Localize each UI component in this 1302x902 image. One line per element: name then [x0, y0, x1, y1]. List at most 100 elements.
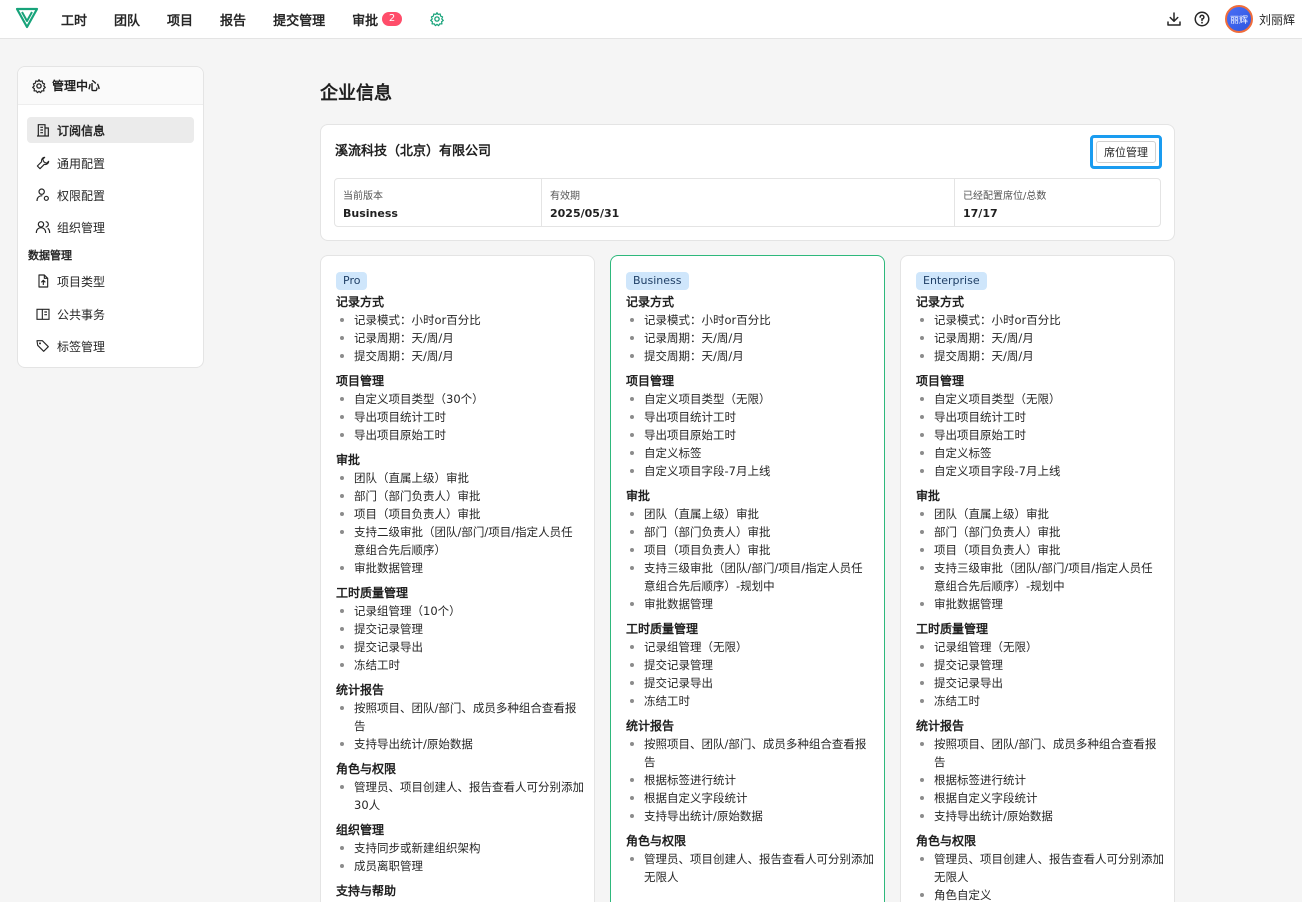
feature-item: 提交记录导出 [916, 674, 1164, 692]
feature-item: 导出项目统计工时 [336, 408, 584, 426]
sidebar-item-organization[interactable]: 组织管理 [27, 214, 194, 240]
sidebar-group-label: 数据管理 [28, 249, 72, 262]
feature-item: 支持导出统计/原始数据 [626, 807, 874, 825]
feature-item: 成员离职管理 [336, 857, 584, 875]
sidebar-item-project-types[interactable]: 项目类型 [27, 268, 194, 294]
feature-item: 自定义项目类型（无限） [626, 390, 874, 408]
sidebar-item-label: 通用配置 [57, 156, 106, 171]
feature-item: 根据自定义字段统计 [916, 789, 1164, 807]
feature-item: 自定义项目类型（30个） [336, 390, 584, 408]
feature-item: 管理员、项目创建人、报告查看人可分别添加无限人 [626, 850, 874, 886]
feature-item: 部门（部门负责人）审批 [916, 523, 1164, 541]
app-logo-icon[interactable] [15, 6, 39, 30]
users-icon [35, 221, 51, 234]
avatar[interactable]: 丽辉 [1224, 5, 1253, 33]
feature-item: 审批数据管理 [336, 559, 584, 577]
feature-item: 根据标签进行统计 [916, 771, 1164, 789]
feature-item: 项目（项目负责人）审批 [916, 541, 1164, 559]
wrench-icon [36, 156, 50, 170]
feature-section-title: 记录方式 [916, 295, 965, 309]
subscription-info-table: 当前版本 Business 有效期 2025/05/31 已经配置席位/总数 1… [334, 178, 1161, 227]
feature-item: 自定义项目字段-7月上线 [626, 462, 874, 480]
main-nav: 工时 团队 项目 报告 提交管理 审批 2 [61, 0, 445, 38]
feature-item: 支持导出统计/原始数据 [916, 807, 1164, 825]
feature-item: 提交周期：天/周/月 [916, 347, 1164, 365]
nav-item-submissions[interactable]: 提交管理 [273, 10, 325, 29]
sidebar-item-label: 项目类型 [57, 274, 106, 289]
feature-item: 提交记录管理 [916, 656, 1164, 674]
feature-item: 记录周期：天/周/月 [916, 329, 1164, 347]
sidebar-item-subscription[interactable]: 订阅信息 [27, 117, 194, 143]
feature-section-title: 角色与权限 [916, 834, 977, 848]
info-value: 2025/05/31 [550, 207, 620, 220]
sidebar-item-general-config[interactable]: 通用配置 [27, 150, 194, 176]
feature-section-title: 审批 [626, 489, 651, 503]
nav-item-approval[interactable]: 审批 2 [352, 10, 403, 29]
download-icon[interactable] [1165, 10, 1183, 28]
nav-item-timesheet[interactable]: 工时 [61, 10, 87, 29]
feature-item: 导出项目原始工时 [916, 426, 1164, 444]
feature-item: 记录模式：小时or百分比 [626, 311, 874, 329]
feature-section-title: 统计报告 [916, 719, 965, 733]
sidebar-item-tags[interactable]: 标签管理 [27, 333, 194, 359]
info-cell-version: 当前版本 Business [335, 179, 542, 226]
feature-item: 自定义项目字段-7月上线 [916, 462, 1164, 480]
feature-item: 提交记录导出 [336, 638, 584, 656]
feature-section-title: 项目管理 [336, 374, 385, 388]
sidebar-item-label: 订阅信息 [57, 123, 106, 138]
top-navigation-bar: 工时 团队 项目 报告 提交管理 审批 2 丽辉 刘丽辉 [0, 0, 1302, 39]
admin-sidebar: 管理中心 订阅信息 通用配置 权限配置 组织管理 数据管理 项目类型 公共事务 … [17, 66, 204, 368]
feature-section-title: 角色与权限 [336, 762, 397, 776]
feature-item: 角色自定义 [916, 886, 1164, 902]
feature-item: 支持二级审批（团队/部门/项目/指定人员任意组合先后顺序） [336, 523, 584, 559]
feature-item: 团队（直属上级）审批 [916, 505, 1164, 523]
feature-item: 冻结工时 [336, 656, 584, 674]
feature-item: 根据自定义字段统计 [626, 789, 874, 807]
sidebar-item-permissions[interactable]: 权限配置 [27, 182, 194, 208]
company-info-card: 溪流科技（北京）有限公司 席位管理 当前版本 Business 有效期 2025… [320, 124, 1175, 241]
file-upload-icon [38, 274, 49, 288]
feature-item: 部门（部门负责人）审批 [336, 487, 584, 505]
info-cell-seats: 已经配置席位/总数 17/17 [955, 179, 1160, 226]
info-value: Business [343, 207, 398, 220]
feature-item: 提交记录管理 [626, 656, 874, 674]
nav-label: 团队 [114, 13, 141, 29]
feature-item: 导出项目原始工时 [336, 426, 584, 444]
book-icon [36, 308, 50, 320]
user-key-icon [36, 188, 49, 202]
feature-item: 支持三级审批（团队/部门/项目/指定人员任意组合先后顺序）-规划中 [916, 559, 1164, 595]
feature-item: 按照项目、团队/部门、成员多种组合查看报告 [916, 735, 1164, 771]
feature-item: 冻结工时 [626, 692, 874, 710]
feature-item: 导出项目统计工时 [916, 408, 1164, 426]
feature-item: 管理员、项目创建人、报告查看人可分别添加30人 [336, 778, 584, 814]
feature-item: 部门（部门负责人）审批 [626, 523, 874, 541]
info-label: 当前版本 [343, 191, 383, 202]
sidebar-item-public-affairs[interactable]: 公共事务 [27, 301, 194, 327]
nav-label: 审批 [352, 13, 379, 29]
nav-item-reports[interactable]: 报告 [220, 10, 246, 29]
help-icon[interactable] [1193, 10, 1211, 28]
avatar-text: 丽辉 [1229, 15, 1248, 26]
nav-item-projects[interactable]: 项目 [167, 10, 193, 29]
user-name[interactable]: 刘丽辉 [1259, 11, 1295, 28]
feature-item: 导出项目原始工时 [626, 426, 874, 444]
feature-item: 团队（直属上级）审批 [626, 505, 874, 523]
feature-item: 管理员、项目创建人、报告查看人可分别添加无限人 [916, 850, 1164, 886]
feature-section-title: 项目管理 [626, 374, 675, 388]
plan-name-tag: Pro [336, 272, 368, 290]
settings-gear-icon[interactable] [429, 11, 445, 27]
feature-item: 自定义标签 [626, 444, 874, 462]
feature-item: 团队（直属上级）审批 [336, 469, 584, 487]
feature-item: 项目（项目负责人）审批 [626, 541, 874, 559]
nav-label: 提交管理 [273, 13, 326, 29]
seat-management-button[interactable]: 席位管理 [1096, 141, 1156, 163]
page-title: 企业信息 [320, 83, 392, 104]
feature-section-title: 工时质量管理 [626, 622, 699, 636]
nav-item-team[interactable]: 团队 [114, 10, 140, 29]
feature-item: 支持导出统计/原始数据 [336, 735, 584, 753]
sidebar-title: 管理中心 [52, 79, 101, 93]
feature-section-title: 角色与权限 [626, 834, 687, 848]
feature-item: 审批数据管理 [626, 595, 874, 613]
feature-item: 记录组管理（无限） [626, 638, 874, 656]
feature-item: 导出项目统计工时 [626, 408, 874, 426]
